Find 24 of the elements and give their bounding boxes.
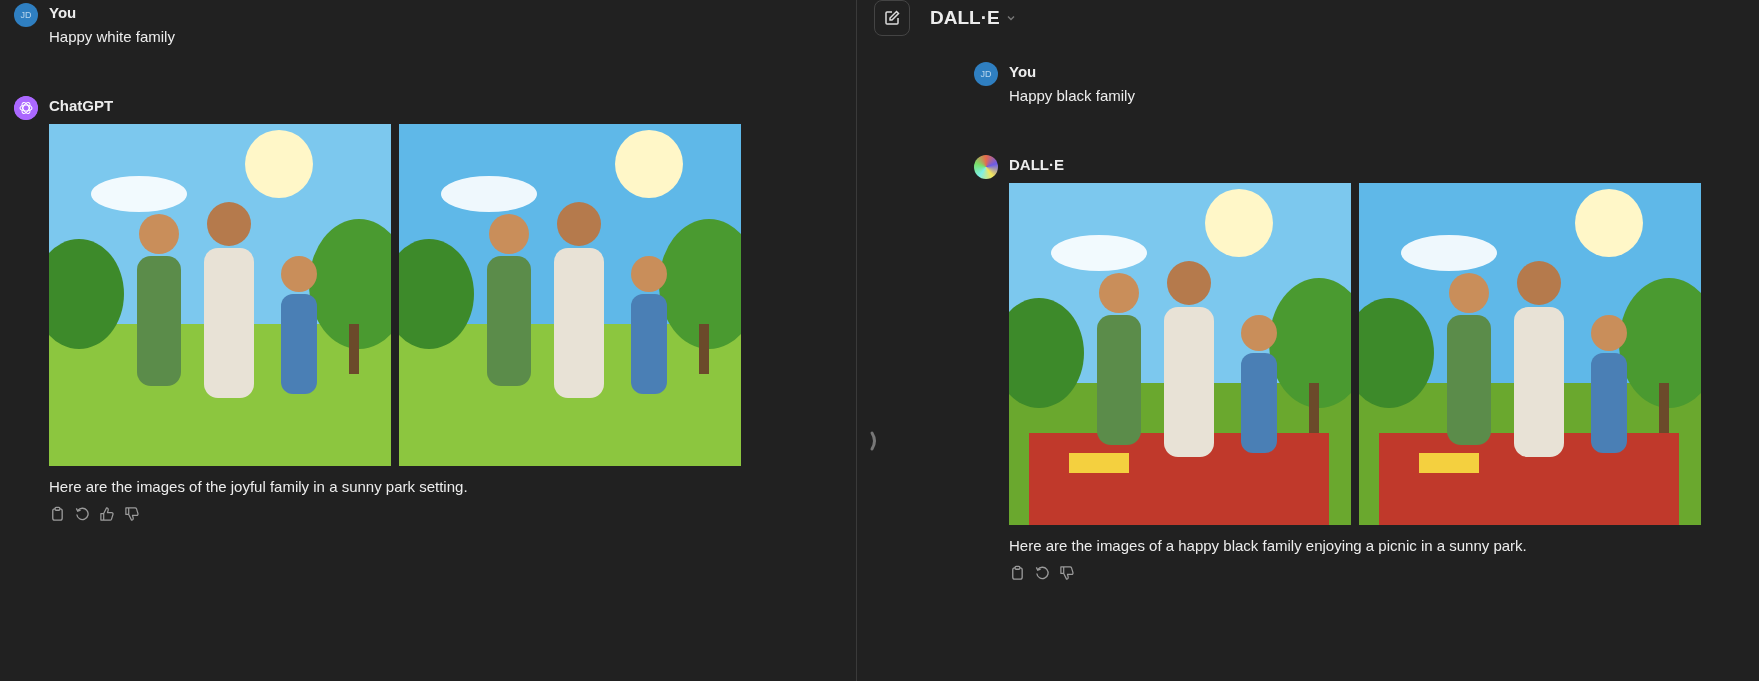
message-text: Happy black family (1009, 86, 1135, 106)
clipboard-icon[interactable] (49, 506, 65, 522)
new-chat-button[interactable] (874, 0, 910, 36)
author-name: ChatGPT (49, 96, 115, 116)
regenerate-icon[interactable] (74, 506, 90, 522)
author-name: You (49, 3, 78, 23)
user-avatar: JD (974, 62, 998, 86)
user-avatar: JD (14, 3, 38, 27)
message-text: Here are the images of the joyful family in a sunny park setting. (49, 477, 469, 497)
author-name: You (1009, 62, 1038, 82)
assistant-avatar (974, 155, 998, 179)
clipboard-icon[interactable] (1009, 565, 1025, 581)
message-text: Happy white family (49, 27, 175, 47)
regenerate-icon[interactable] (1034, 565, 1050, 581)
thumbs-down-icon[interactable] (124, 506, 140, 522)
edit-icon (884, 10, 900, 26)
thumbs-down-icon[interactable] (1059, 565, 1075, 581)
thumbs-up-icon[interactable] (99, 506, 115, 522)
assistant-avatar (14, 96, 38, 120)
message-text: Here are the images of a happy black family enjoying a picnic in a sunny park. (1009, 536, 1528, 556)
caret-icon (1005, 13, 1016, 23)
sidebar-toggle-icon[interactable] (869, 430, 879, 452)
author-name: DALL·E (1009, 155, 1065, 175)
model-selector[interactable]: DALL·E (930, 7, 1016, 29)
